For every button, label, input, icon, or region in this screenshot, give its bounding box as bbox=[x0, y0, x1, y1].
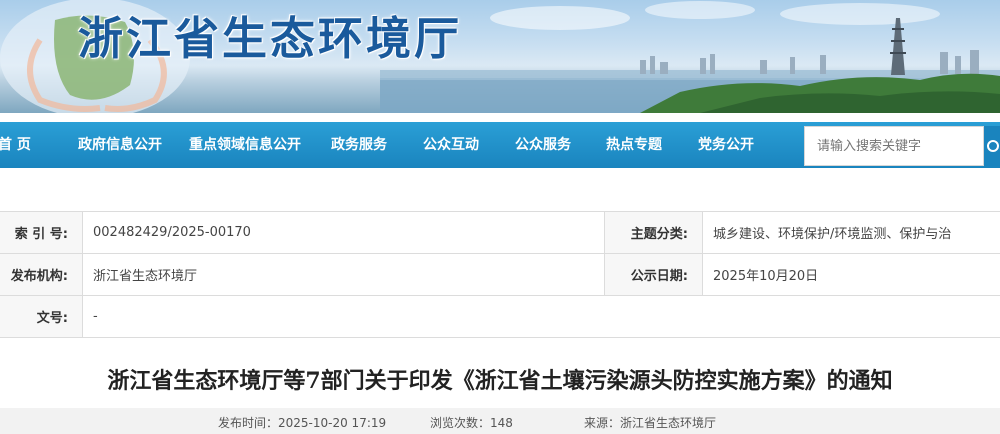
nav-item-public-services[interactable]: 公众服务 bbox=[515, 122, 571, 168]
article-info-bar: 发布时间：2025-10-20 17:19 浏览次数：148 来源：浙江省生态环… bbox=[0, 408, 1000, 434]
nav-item-gov-services[interactable]: 政务服务 bbox=[331, 122, 387, 168]
header-banner: 浙江省生态环境厅 bbox=[0, 0, 1000, 113]
topic-category-value: 城乡建设、环境保护/环境监测、保护与治 bbox=[702, 211, 1000, 254]
index-number-label: 索 引 号: bbox=[0, 211, 83, 254]
publish-time: 发布时间：2025-10-20 17:19 bbox=[218, 416, 387, 430]
search-input[interactable] bbox=[804, 126, 984, 166]
article-title: 浙江省生态环境厅等7部门关于印发《浙江省土壤污染源头防控实施方案》的通知 bbox=[107, 368, 893, 394]
table-row: 发布机构: 浙江省生态环境厅 公示日期: 2025年10月20日 bbox=[0, 253, 1000, 296]
topic-category-label: 主题分类: bbox=[604, 211, 703, 254]
publish-date-label: 公示日期: bbox=[604, 253, 703, 296]
issuing-agency-label: 发布机构: bbox=[0, 253, 83, 296]
table-row: 文号: - bbox=[0, 295, 1000, 338]
search-button[interactable] bbox=[984, 126, 1000, 166]
article-source: 来源：浙江省生态环境厅 bbox=[584, 416, 717, 430]
nav-item-key-areas[interactable]: 重点领域信息公开 bbox=[189, 122, 301, 168]
nav-item-topics[interactable]: 热点专题 bbox=[606, 122, 662, 168]
nav-item-home[interactable]: 首 页 bbox=[0, 122, 31, 168]
table-row: 索 引 号: 002482429/2025-00170 主题分类: 城乡建设、环… bbox=[0, 211, 1000, 254]
nav-item-gov-info[interactable]: 政府信息公开 bbox=[78, 122, 162, 168]
publish-date-value: 2025年10月20日 bbox=[702, 253, 1000, 296]
issuing-agency-value: 浙江省生态环境厅 bbox=[82, 253, 605, 296]
nav-item-interaction[interactable]: 公众互动 bbox=[423, 122, 479, 168]
document-meta-table: 索 引 号: 002482429/2025-00170 主题分类: 城乡建设、环… bbox=[0, 211, 1000, 338]
search-icon bbox=[987, 140, 999, 152]
site-title: 浙江省生态环境厅 bbox=[78, 12, 463, 65]
view-count: 浏览次数：148 bbox=[430, 416, 513, 430]
nav-item-party-affairs[interactable]: 党务公开 bbox=[698, 122, 754, 168]
document-number-value: - bbox=[82, 295, 1000, 338]
document-number-label: 文号: bbox=[0, 295, 83, 338]
index-number-value: 002482429/2025-00170 bbox=[82, 211, 605, 254]
